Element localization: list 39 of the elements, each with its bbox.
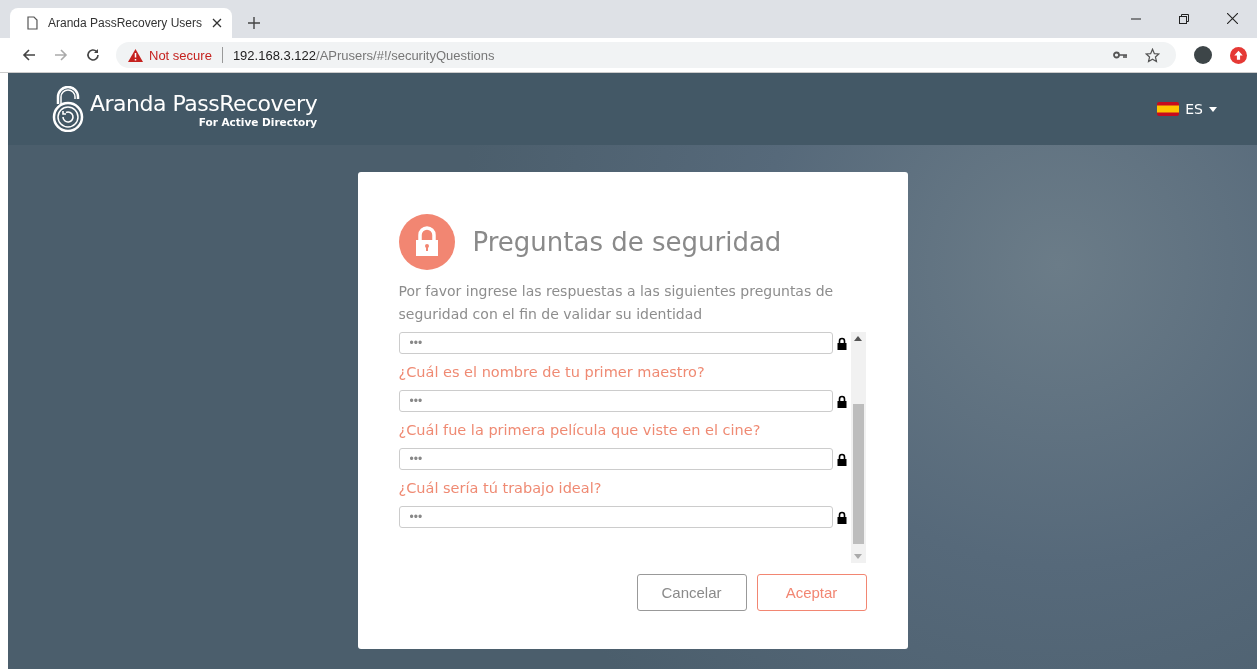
padlock-icon — [398, 214, 455, 270]
answer-field[interactable]: ••• — [398, 332, 833, 354]
url-text: 192.168.3.122/APrusers/#!/securityQuestions — [232, 47, 495, 63]
reload-icon[interactable] — [86, 48, 100, 62]
tab-title: Aranda PassRecovery Users — [47, 16, 203, 30]
padlock-icon — [836, 394, 847, 408]
description-text: Por favor ingrese las respuestas a las siguientes preguntas de seguridad con el fin de validar su identidad — [398, 282, 835, 324]
dialog-title: Preguntas de seguridad — [472, 227, 782, 257]
padlock-icon — [836, 452, 847, 466]
question-label: ¿Cuál es el nombre de tu primer maestro? — [398, 364, 706, 380]
question-label: ¿Cuál fue la primera película que viste en el cine? — [398, 422, 762, 438]
scrollbar-thumb[interactable] — [852, 404, 864, 544]
warning-icon — [128, 48, 143, 62]
caret-icon — [1209, 106, 1217, 112]
padlock-logo-icon — [52, 86, 84, 132]
plus-icon[interactable] — [248, 17, 260, 29]
answer-field[interactable]: ••• — [398, 390, 833, 412]
restore-icon[interactable] — [1179, 14, 1189, 24]
flag-icon — [1157, 102, 1180, 116]
page-icon — [27, 16, 38, 30]
address-field[interactable]: Not secure 192.168.3.122/APrusers/#!/securityQuestions — [116, 42, 1176, 68]
security-label: Not secure — [149, 47, 212, 63]
back-arrow-icon[interactable] — [22, 48, 36, 62]
browser-tab[interactable]: Aranda PassRecovery Users — [10, 8, 232, 38]
avatar-icon[interactable] — [1194, 46, 1212, 64]
answer-field[interactable]: ••• — [398, 506, 833, 528]
padlock-icon — [836, 510, 847, 524]
close-icon[interactable] — [212, 18, 222, 28]
answer-field[interactable]: ••• — [398, 448, 833, 470]
language-selector[interactable]: ES — [1157, 101, 1217, 117]
scrollbar[interactable] — [850, 332, 866, 563]
star-icon[interactable] — [1145, 47, 1160, 63]
padlock-icon — [836, 336, 847, 350]
key-icon[interactable] — [1113, 51, 1127, 59]
brand-subtitle: For Active Directory — [198, 115, 318, 128]
question-label: ¿Cuál sería tú trabajo ideal? — [398, 480, 603, 496]
scroll-up-icon[interactable] — [854, 336, 862, 341]
close-icon[interactable] — [1227, 13, 1238, 24]
brand-name: Aranda PassRecovery — [90, 90, 318, 116]
